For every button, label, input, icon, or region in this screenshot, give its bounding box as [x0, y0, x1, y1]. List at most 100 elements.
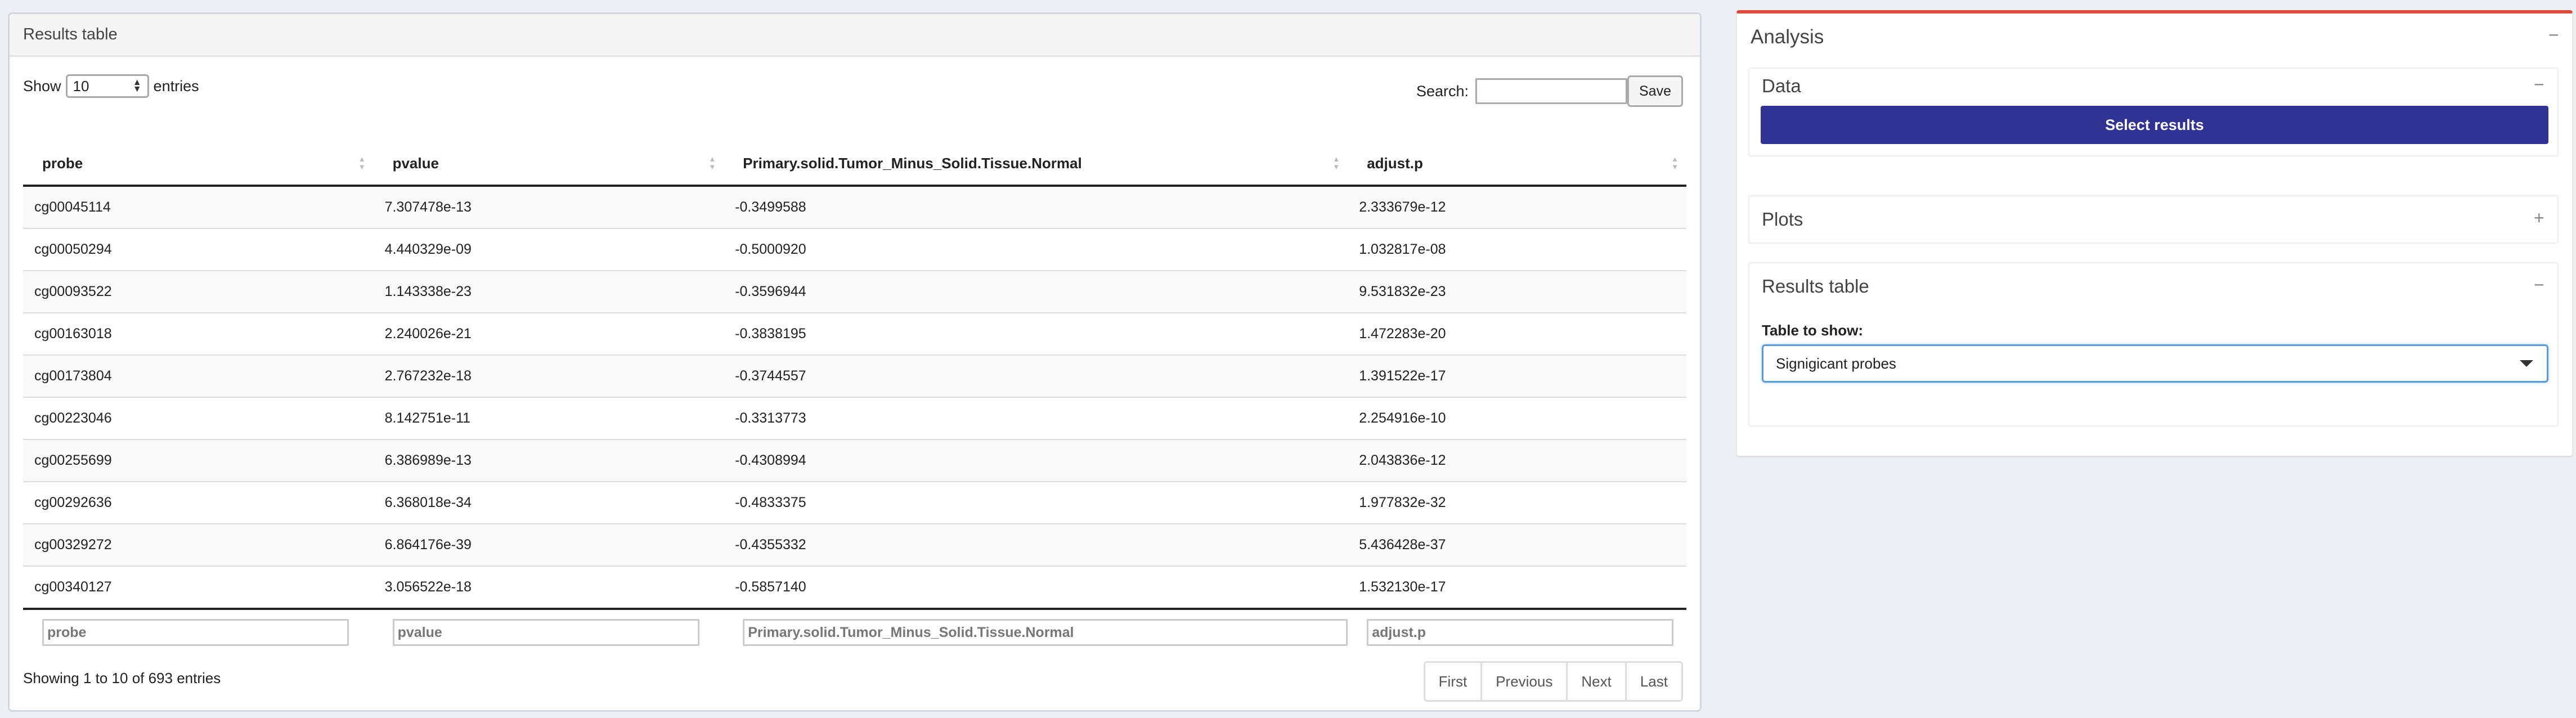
- data-section-title: Data: [1762, 75, 1801, 96]
- search-area: Search: Save: [1416, 75, 1683, 107]
- table-cell: -0.3744557: [724, 354, 1348, 397]
- table-cell: 2.043836e-12: [1348, 439, 1686, 482]
- column-header-pvalue[interactable]: pvalue ▲ ▼: [373, 142, 724, 187]
- table-row[interactable]: cg00255699 6.386989e-13 -0.4308994 2.043836…: [23, 439, 1686, 482]
- table-row[interactable]: cg00329272 6.864176e-39 -0.4355332 5.436428…: [23, 523, 1686, 566]
- results-section-title: Results table: [1762, 276, 1869, 297]
- table-row[interactable]: cg00050294 4.440329e-09 -0.5000920 1.032817…: [23, 228, 1686, 271]
- table-cell: cg00050294: [23, 228, 374, 271]
- table-cell: cg00292636: [23, 481, 374, 524]
- table-to-show-select[interactable]: Signigicant probes: [1762, 344, 2548, 383]
- table-cell: -0.3596944: [724, 270, 1348, 313]
- table-header-row: probe ▲ ▼ pvalue ▲ ▼ Primary.solid.Tumor_Min…: [23, 142, 1686, 187]
- page-length-control: Show 10 ▲ ▼ entries: [23, 74, 199, 98]
- analysis-panel: Analysis − Data − Select results Plots +…: [1736, 10, 2573, 457]
- table-info: Showing 1 to 10 of 693 entries: [23, 670, 221, 686]
- table-cell: -0.5000920: [724, 228, 1348, 271]
- table-cell: 2.333679e-12: [1348, 186, 1686, 228]
- table-cell: 4.440329e-09: [373, 228, 724, 271]
- sort-icon: ▲ ▼: [708, 155, 716, 171]
- table-cell: -0.4355332: [724, 523, 1348, 566]
- table-cell: cg00173804: [23, 354, 374, 397]
- table-row[interactable]: cg00093522 1.143338e-23 -0.3596944 9.531832…: [23, 270, 1686, 313]
- table-cell: 1.977832e-32: [1348, 481, 1686, 524]
- results-table-box: Results table Show 10 ▲ ▼ entries Search:…: [8, 12, 1702, 712]
- table-cell: 5.436428e-37: [1348, 523, 1686, 566]
- results-data-table: probe ▲ ▼ pvalue ▲ ▼ Primary.solid.Tumor_Min…: [23, 142, 1686, 646]
- table-cell: 6.864176e-39: [373, 523, 724, 566]
- data-section: Data − Select results: [1748, 68, 2559, 156]
- sort-icon: ▲ ▼: [1332, 155, 1340, 171]
- results-box-header: Results table: [10, 14, 1700, 57]
- table-cell: 1.532130e-17: [1348, 566, 1686, 609]
- table-filter-row: probe pvalue Primary.solid.Tumor_Minus_S…: [23, 608, 1686, 646]
- filter-input-adjust-p[interactable]: adjust.p: [1367, 619, 1674, 646]
- page-length-select[interactable]: 10 ▲ ▼: [65, 74, 149, 98]
- analysis-title: Analysis: [1751, 26, 1824, 48]
- table-cell: -0.3838195: [724, 312, 1348, 355]
- analysis-collapse-icon[interactable]: −: [2548, 25, 2559, 46]
- table-cell: cg00045114: [23, 186, 374, 228]
- plots-section-title: Plots: [1762, 209, 1803, 230]
- table-cell: -0.4833375: [724, 481, 1348, 524]
- filter-input-pvalue[interactable]: pvalue: [392, 619, 699, 646]
- show-label: Show: [23, 77, 61, 95]
- filter-input-probe[interactable]: probe: [42, 619, 349, 646]
- table-cell: 1.032817e-08: [1348, 228, 1686, 271]
- table-row[interactable]: cg00340127 3.056522e-18 -0.5857140 1.532130…: [23, 566, 1686, 609]
- column-header-adjust-p[interactable]: adjust.p ▲ ▼: [1348, 142, 1686, 187]
- sort-icon: ▲ ▼: [358, 155, 366, 171]
- table-cell: -0.4308994: [724, 439, 1348, 482]
- entries-label: entries: [153, 77, 199, 95]
- pager-next-button[interactable]: Next: [1566, 663, 1625, 700]
- table-row[interactable]: cg00163018 2.240026e-21 -0.3838195 1.472283…: [23, 312, 1686, 355]
- results-table-section: Results table − Table to show: Signigica…: [1748, 262, 2559, 427]
- table-cell: cg00223046: [23, 397, 374, 439]
- table-controls: Show 10 ▲ ▼ entries Search: Save: [23, 72, 1683, 111]
- table-cell: -0.3313773: [724, 397, 1348, 439]
- table-cell: 1.391522e-17: [1348, 354, 1686, 397]
- table-cell: 8.142751e-11: [373, 397, 724, 439]
- filter-input-logfc[interactable]: Primary.solid.Tumor_Minus_Solid.Tissue.N…: [743, 619, 1348, 646]
- table-cell: 6.386989e-13: [373, 439, 724, 482]
- table-row[interactable]: cg00292636 6.368018e-34 -0.4833375 1.977832…: [23, 481, 1686, 524]
- data-collapse-icon[interactable]: −: [2534, 74, 2544, 95]
- table-cell: cg00093522: [23, 270, 374, 313]
- table-cell: 1.472283e-20: [1348, 312, 1686, 355]
- plots-expand-icon[interactable]: +: [2534, 208, 2544, 228]
- results-box-title: Results table: [23, 25, 118, 43]
- page-length-value: 10: [73, 77, 89, 95]
- column-header-logfc[interactable]: Primary.solid.Tumor_Minus_Solid.Tissue.N…: [724, 142, 1348, 187]
- table-cell: cg00163018: [23, 312, 374, 355]
- select-results-button[interactable]: Select results: [1761, 106, 2548, 144]
- table-cell: -0.3499588: [724, 186, 1348, 228]
- table-row[interactable]: cg00223046 8.142751e-11 -0.3313773 2.254916…: [23, 397, 1686, 439]
- pagination: First Previous Next Last: [1423, 661, 1683, 702]
- table-cell: cg00340127: [23, 566, 374, 609]
- table-cell: cg00329272: [23, 523, 374, 566]
- table-cell: -0.5857140: [724, 566, 1348, 609]
- pager-first-button[interactable]: First: [1425, 663, 1481, 700]
- table-row[interactable]: cg00173804 2.767232e-18 -0.3744557 1.391522…: [23, 354, 1686, 397]
- spinner-arrows-icon: ▲ ▼: [132, 78, 142, 94]
- table-cell: cg00255699: [23, 439, 374, 482]
- chevron-down-icon: [2520, 360, 2533, 367]
- table-cell: 6.368018e-34: [373, 481, 724, 524]
- search-input[interactable]: [1475, 78, 1628, 104]
- table-row[interactable]: cg00045114 7.307478e-13 -0.3499588 2.333679…: [23, 186, 1686, 228]
- column-header-probe[interactable]: probe ▲ ▼: [23, 142, 374, 187]
- table-cell: 2.767232e-18: [373, 354, 724, 397]
- table-cell: 9.531832e-23: [1348, 270, 1686, 313]
- results-collapse-icon[interactable]: −: [2534, 275, 2544, 295]
- table-to-show-value: Signigicant probes: [1776, 354, 1896, 372]
- save-button[interactable]: Save: [1627, 75, 1683, 107]
- table-cell: 7.307478e-13: [373, 186, 724, 228]
- table-cell: 3.056522e-18: [373, 566, 724, 609]
- sort-icon: ▲ ▼: [1671, 155, 1679, 171]
- table-cell: 2.240026e-21: [373, 312, 724, 355]
- plots-section: Plots +: [1748, 195, 2559, 244]
- search-label: Search:: [1416, 82, 1469, 100]
- pager-previous-button[interactable]: Previous: [1480, 663, 1567, 700]
- pager-last-button[interactable]: Last: [1624, 663, 1681, 700]
- table-cell: 2.254916e-10: [1348, 397, 1686, 439]
